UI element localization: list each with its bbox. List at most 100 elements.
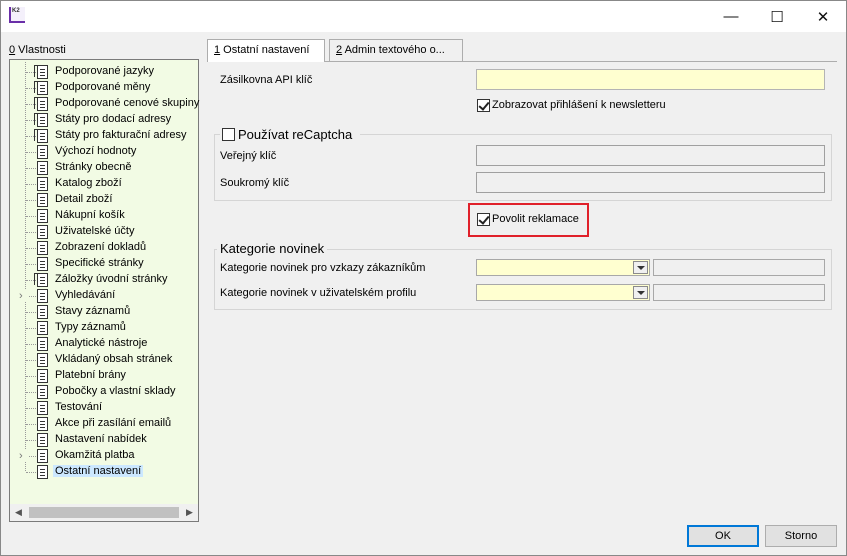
tree-item[interactable]: Stránky obecně xyxy=(10,160,198,176)
tree-connector xyxy=(26,216,36,217)
tree-item[interactable]: Nákupní košík xyxy=(10,208,198,224)
tree-item-label: Státy pro dodací adresy xyxy=(55,113,172,125)
public-key-input[interactable] xyxy=(476,145,825,166)
tree-connector xyxy=(26,152,36,153)
tree-item-label: Stavy záznamů xyxy=(55,305,131,317)
tree-item[interactable]: Vkládaný obsah stránek xyxy=(10,352,198,368)
tree-item[interactable]: Platební brány xyxy=(10,368,198,384)
chevron-down-icon[interactable] xyxy=(633,286,648,299)
news-profile-select[interactable] xyxy=(476,284,650,301)
tree-item[interactable]: Pobočky a vlastní sklady xyxy=(10,384,198,400)
title-bar[interactable]: K2 — ☐ ✕ xyxy=(1,1,846,32)
chevron-right-icon[interactable]: › xyxy=(19,290,29,302)
complaints-checkbox[interactable] xyxy=(477,213,490,226)
doc-icon xyxy=(37,337,48,351)
tab-label: Admin textového o... xyxy=(342,44,445,56)
tree-item-label: Analytické nástroje xyxy=(55,337,148,349)
tree-item[interactable]: › Okamžitá platba xyxy=(10,448,198,464)
tree-item[interactable]: Záložky úvodní stránky xyxy=(10,272,198,288)
tree-item[interactable]: Katalog zboží xyxy=(10,176,198,192)
recaptcha-checkbox[interactable] xyxy=(222,128,235,141)
tree-item[interactable]: Státy pro dodací adresy xyxy=(10,112,198,128)
ok-button[interactable]: OK xyxy=(687,525,759,547)
tab-ostatni-nastaveni[interactable]: 1 Ostatní nastavení xyxy=(207,39,325,62)
tree-item[interactable]: Nastavení nabídek xyxy=(10,432,198,448)
tree-item[interactable]: Detail zboží xyxy=(10,192,198,208)
tab-label: Ostatní nastavení xyxy=(220,44,310,56)
tree-item-label: Katalog zboží xyxy=(55,177,122,189)
scroll-right-icon[interactable]: ▶ xyxy=(181,504,198,521)
tree-horizontal-scrollbar[interactable]: ◀ ▶ xyxy=(10,504,198,521)
tab-admin-textoveho[interactable]: 2 Admin textového o... xyxy=(329,39,463,61)
tree-item-label: Typy záznamů xyxy=(55,321,126,333)
doc-icon xyxy=(37,449,48,463)
tree-item[interactable]: Podporované měny xyxy=(10,80,198,96)
tree-item[interactable]: Výchozí hodnoty xyxy=(10,144,198,160)
tree-item[interactable]: Akce při zasílání emailů xyxy=(10,416,198,432)
doc-icon xyxy=(37,225,48,239)
tree-item[interactable]: › Vyhledávání xyxy=(10,288,198,304)
close-button[interactable]: ✕ xyxy=(800,1,846,32)
newsletter-checkbox[interactable] xyxy=(477,99,490,112)
tree-connector xyxy=(26,472,36,473)
tree-item[interactable]: Testování xyxy=(10,400,198,416)
doc-icon xyxy=(37,433,48,447)
doc-icon xyxy=(37,145,48,159)
tree-item-label: Podporované měny xyxy=(55,81,151,93)
news-categories-title: Kategorie novinek xyxy=(217,241,328,256)
news-show-name-field xyxy=(653,259,825,276)
maximize-button[interactable]: ☐ xyxy=(754,1,800,32)
scrollbar-thumb[interactable] xyxy=(29,507,179,518)
tree-item[interactable]: Podporované jazyky xyxy=(10,64,198,80)
tree-connector xyxy=(26,168,36,169)
tree-item-label: Vyhledávání xyxy=(55,289,116,301)
tree-item-label: Ostatní nastavení xyxy=(53,465,144,477)
storno-button[interactable]: Storno xyxy=(765,525,837,547)
tree-connector xyxy=(26,376,36,377)
zasilkovna-api-key-label: Zásilkovna API klíč xyxy=(220,74,313,86)
zasilkovna-api-key-input[interactable] xyxy=(476,69,825,90)
news-profile-label: Kategorie novinek v uživatelském profilu xyxy=(220,287,417,299)
tree-connector xyxy=(26,248,36,249)
tree-item-label: Výchozí hodnoty xyxy=(55,145,137,157)
tree-item[interactable]: Typy záznamů xyxy=(10,320,198,336)
private-key-input[interactable] xyxy=(476,172,825,193)
tree-item[interactable]: Uživatelské účty xyxy=(10,224,198,240)
doc-icon xyxy=(37,401,48,415)
doc-icon xyxy=(37,257,48,271)
chevron-down-icon[interactable] xyxy=(633,261,648,274)
complaints-label: Povolit reklamace xyxy=(492,213,579,225)
properties-dialog: K2 — ☐ ✕ 0 Vlastnosti ◀ ▶ Podporované ja… xyxy=(0,0,847,556)
tree-item-label: Stránky obecně xyxy=(55,161,132,173)
properties-title: 0 Vlastnosti xyxy=(9,44,66,56)
tree-item-label: Záložky úvodní stránky xyxy=(55,273,168,285)
tree-connector xyxy=(26,264,36,265)
tree-item-label: Vkládaný obsah stránek xyxy=(55,353,173,365)
tree-item[interactable]: Stavy záznamů xyxy=(10,304,198,320)
properties-tree[interactable]: ◀ ▶ Podporované jazyky Podporované měny Po… xyxy=(9,59,199,522)
stack-doc-icon xyxy=(34,97,48,111)
public-key-label: Veřejný klíč xyxy=(220,150,277,162)
doc-icon xyxy=(37,465,48,479)
tree-item-label: Podporované cenové skupiny xyxy=(55,97,200,109)
tree-item[interactable]: Podporované cenové skupiny xyxy=(10,96,200,112)
tree-item[interactable]: Analytické nástroje xyxy=(10,336,198,352)
doc-icon xyxy=(37,305,48,319)
minimize-button[interactable]: — xyxy=(708,1,754,32)
tree-item-label: Okamžitá platba xyxy=(55,449,135,461)
tree-item-label: Detail zboží xyxy=(55,193,113,205)
tree-connector xyxy=(26,440,36,441)
stack-doc-icon xyxy=(34,81,48,95)
tree-item[interactable]: Specifické stránky xyxy=(10,256,198,272)
tree-item[interactable]: Zobrazení dokladů xyxy=(10,240,198,256)
tree-item[interactable]: Ostatní nastavení xyxy=(10,464,198,480)
scroll-left-icon[interactable]: ◀ xyxy=(10,504,27,521)
tree-item[interactable]: Státy pro fakturační adresy xyxy=(10,128,198,144)
tree-connector xyxy=(26,408,36,409)
chevron-right-icon[interactable]: › xyxy=(19,450,29,462)
recaptcha-label: Používat reCaptcha xyxy=(238,127,353,142)
news-show-select[interactable] xyxy=(476,259,650,276)
private-key-label: Soukromý klíč xyxy=(220,177,290,189)
tree-item-label: Státy pro fakturační adresy xyxy=(55,129,187,141)
doc-icon xyxy=(37,369,48,383)
